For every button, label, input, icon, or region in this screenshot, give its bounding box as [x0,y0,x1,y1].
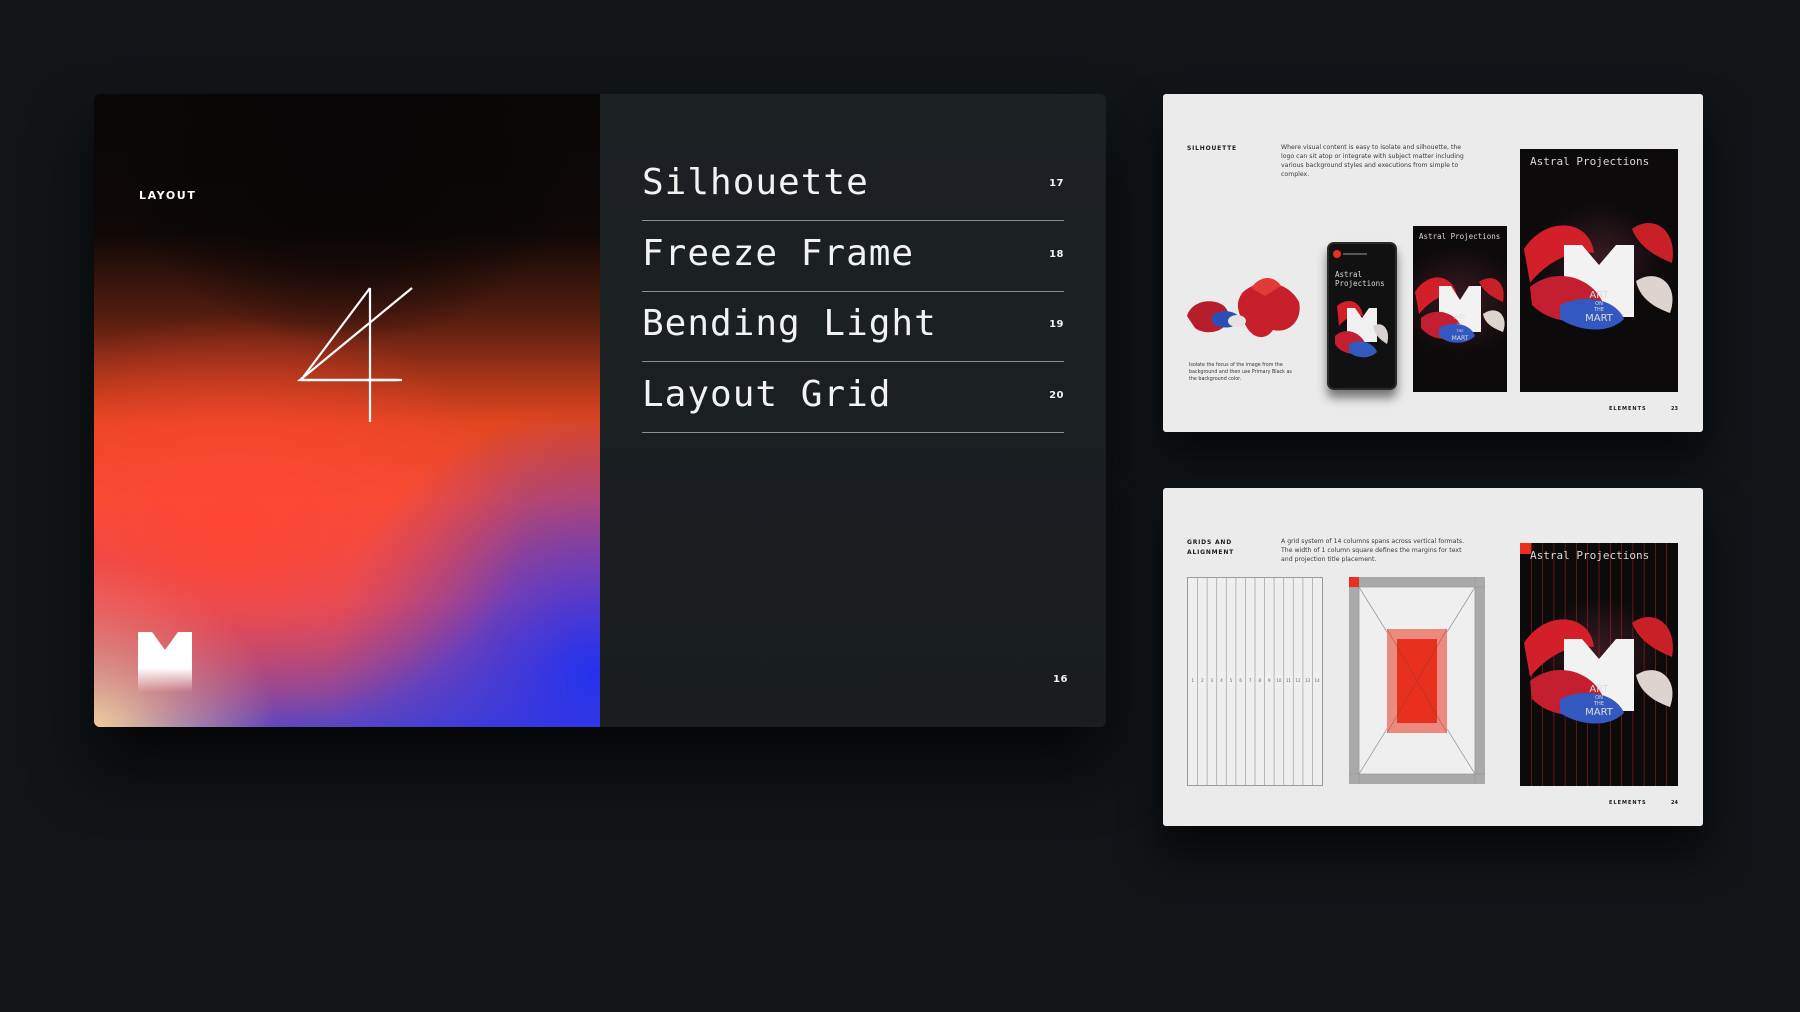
spread-page-number: 16 [1053,674,1068,685]
phone-mockup: Astral Projections [1327,242,1397,390]
tagline-mart: MART [1585,707,1613,718]
toc-title: Bending Light [642,303,937,344]
toc-item-freeze-frame[interactable]: Freeze Frame 18 [642,221,1064,292]
tagline-on: ON [1457,322,1463,326]
margin-diagram [1349,577,1485,784]
tagline-art: ART [1454,314,1466,321]
tagline-mart: MART [1451,335,1469,342]
column-number: 6 [1239,678,1242,683]
tagline-the: THE [1456,329,1464,333]
brand-m-logo [138,632,192,692]
toc-page: 18 [1049,249,1064,260]
column-grid-diagram: 1 2 3 4 5 6 7 8 9 10 11 12 13 14 [1187,577,1323,786]
toc-page: 20 [1049,390,1064,401]
column-number: 11 [1285,678,1291,683]
column-number: 5 [1229,678,1233,683]
chapter-number-stem [300,287,398,422]
phone-poster-art [1335,301,1389,358]
card-label-line2: ALIGNMENT [1187,549,1235,556]
grids-page-card[interactable]: GRIDS AND ALIGNMENT A grid system of 14 … [1163,488,1703,826]
profile-name-bar [1343,253,1367,255]
card-page-number: 24 [1671,800,1678,806]
silhouette-page-card[interactable]: SILHOUETTE Where visual content is easy … [1163,94,1703,432]
card-page-number: 23 [1671,406,1678,412]
poster-with-grid: Astral Projections ART ON THE MART [1520,543,1678,786]
spread-contents-panel: Silhouette 17 Freeze Frame 18 Bending Li… [600,94,1106,727]
poster-grid-title: Astral Projections [1530,549,1650,562]
tagline-art: ART [1589,290,1609,301]
column-number: 8 [1258,678,1261,683]
poster-large-art [1524,223,1673,330]
profile-avatar [1333,250,1341,258]
layout-spread[interactable]: LAYOUT 4 Silhouette [94,94,1106,727]
section-label: LAYOUT [139,189,197,202]
phone-poster-title: Astral Projections [1335,270,1385,288]
toc-title: Layout Grid [642,374,892,415]
card-description: Where visual content is easy to isolate … [1281,144,1464,178]
card-label: GRIDS AND ALIGNMENT [1187,538,1234,558]
poster-large-title: Astral Projections [1530,155,1650,168]
column-number-row: 1 2 3 4 5 6 7 8 9 10 11 12 13 14 [1188,678,1322,683]
poster-small-art [1415,277,1505,343]
tagline-mart: MART [1585,313,1613,324]
image-caption: Isolate the focus of the image from the … [1189,363,1292,382]
card-footer-label: ELEMENTS [1609,800,1647,806]
toc-item-bending-light[interactable]: Bending Light 19 [642,291,1064,362]
betta-fish-silhouette-image [1187,278,1300,338]
card-label: SILHOUETTE [1187,145,1237,152]
column-number: 12 [1295,678,1301,683]
toc-title: Silhouette [642,162,869,203]
spread-cover-panel: LAYOUT 4 [94,94,600,727]
poster-large-tagline: ART ON THE MART [1580,290,1618,324]
column-number: 2 [1201,678,1204,683]
toc-page: 17 [1049,178,1064,189]
toc-title: Freeze Frame [642,233,915,274]
column-number: 9 [1268,678,1271,683]
column-number: 7 [1248,678,1252,683]
toc-page: 19 [1049,319,1064,330]
column-number: 13 [1304,678,1311,683]
card-label-line1: GRIDS AND [1187,539,1233,546]
column-number: 14 [1314,678,1320,683]
column-number: 4 [1220,678,1223,683]
column-number: 3 [1210,678,1214,683]
poster-grid-art [1524,617,1673,724]
poster-small-tagline: ART ON THE MART [1449,314,1471,342]
column-number: 10 [1276,678,1282,683]
tagline-art: ART [1589,684,1609,695]
poster-small: Astral Projections ART ON THE MART [1413,226,1507,392]
poster-small-title: Astral Projections [1419,232,1501,241]
card-footer-label: ELEMENTS [1609,406,1647,412]
column-number: 1 [1191,678,1195,683]
poster-grid-tagline: ART ON THE MART [1580,684,1618,718]
card-description: A grid system of 14 columns spans across… [1281,538,1465,563]
toc-item-layout-grid[interactable]: Layout Grid 20 [642,362,1064,433]
toc-item-silhouette[interactable]: Silhouette 17 [642,150,1064,221]
poster-large: Astral Projections ART ON THE MART [1520,149,1678,392]
